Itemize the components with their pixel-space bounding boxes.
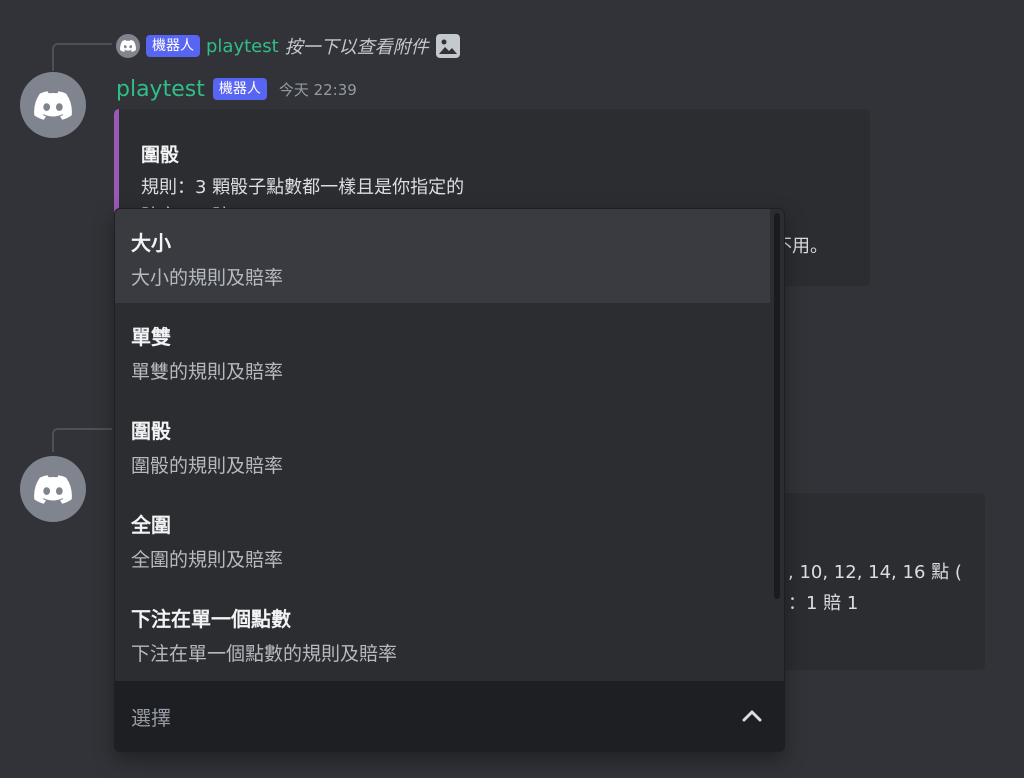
bot-tag: 機器人 (212, 78, 267, 100)
option-label: 圍骰 (131, 419, 171, 443)
embed-text-line: , 10, 12, 14, 16 點 ( (788, 562, 962, 583)
select-placeholder: 選擇 (131, 705, 171, 730)
image-icon (435, 33, 461, 59)
reply-avatar[interactable] (116, 34, 140, 58)
select-option[interactable]: 全圍 全圍的規則及賠率 (115, 491, 770, 585)
embed-title: 圍骰 (141, 144, 180, 166)
select-option[interactable]: 單雙 單雙的規則及賠率 (115, 303, 770, 397)
message-header: playtest 機器人 今天 22:39 (116, 75, 357, 103)
option-description: 圍骰的規則及賠率 (131, 455, 284, 477)
option-description: 下注在單一個點數的規則及賠率 (131, 643, 398, 665)
discord-logo-icon (34, 474, 72, 504)
timestamp[interactable]: 今天 22:39 (279, 79, 357, 100)
embed-rule: 規則：3 顆骰子點數都一樣且是你指定的 (141, 177, 465, 198)
select-option[interactable]: 圍骰 圍骰的規則及賠率 (115, 397, 770, 491)
select-options-list: 大小 大小的規則及賠率 單雙 單雙的規則及賠率 圍骰 圍骰的規則及賠率 全圍 全… (115, 209, 770, 679)
reply-username[interactable]: playtest (206, 36, 279, 57)
bot-tag: 機器人 (146, 35, 200, 57)
option-description: 單雙的規則及賠率 (131, 361, 284, 383)
reply-text[interactable]: 按一下以查看附件 (285, 33, 429, 59)
scrollbar[interactable] (774, 213, 780, 599)
select-option[interactable]: 大小 大小的規則及賠率 (115, 209, 770, 303)
option-description: 全圍的規則及賠率 (131, 549, 284, 571)
chevron-up-icon[interactable] (740, 704, 764, 728)
discord-logo-icon (34, 90, 72, 120)
reply-spine (52, 43, 112, 71)
select-input[interactable]: 選擇 (115, 681, 784, 751)
discord-logo-icon (120, 40, 136, 52)
select-option[interactable]: 下注在單一個點數 下注在單一個點數的規則及賠率 (115, 585, 770, 679)
option-label: 全圍 (131, 513, 171, 537)
select-menu[interactable]: 大小 大小的規則及賠率 單雙 單雙的規則及賠率 圍骰 圍骰的規則及賠率 全圍 全… (114, 208, 785, 752)
embed-text-line: ：1 賠 1 (788, 593, 859, 614)
option-description: 大小的規則及賠率 (131, 267, 284, 289)
option-label: 下注在單一個點數 (131, 607, 291, 631)
option-label: 大小 (131, 231, 171, 255)
option-label: 單雙 (131, 325, 171, 349)
user-avatar[interactable] (20, 72, 86, 138)
reply-preview[interactable]: 機器人 playtest 按一下以查看附件 (116, 33, 461, 59)
user-avatar[interactable] (20, 456, 86, 522)
username[interactable]: playtest (116, 77, 205, 102)
reply-spine (52, 428, 112, 452)
